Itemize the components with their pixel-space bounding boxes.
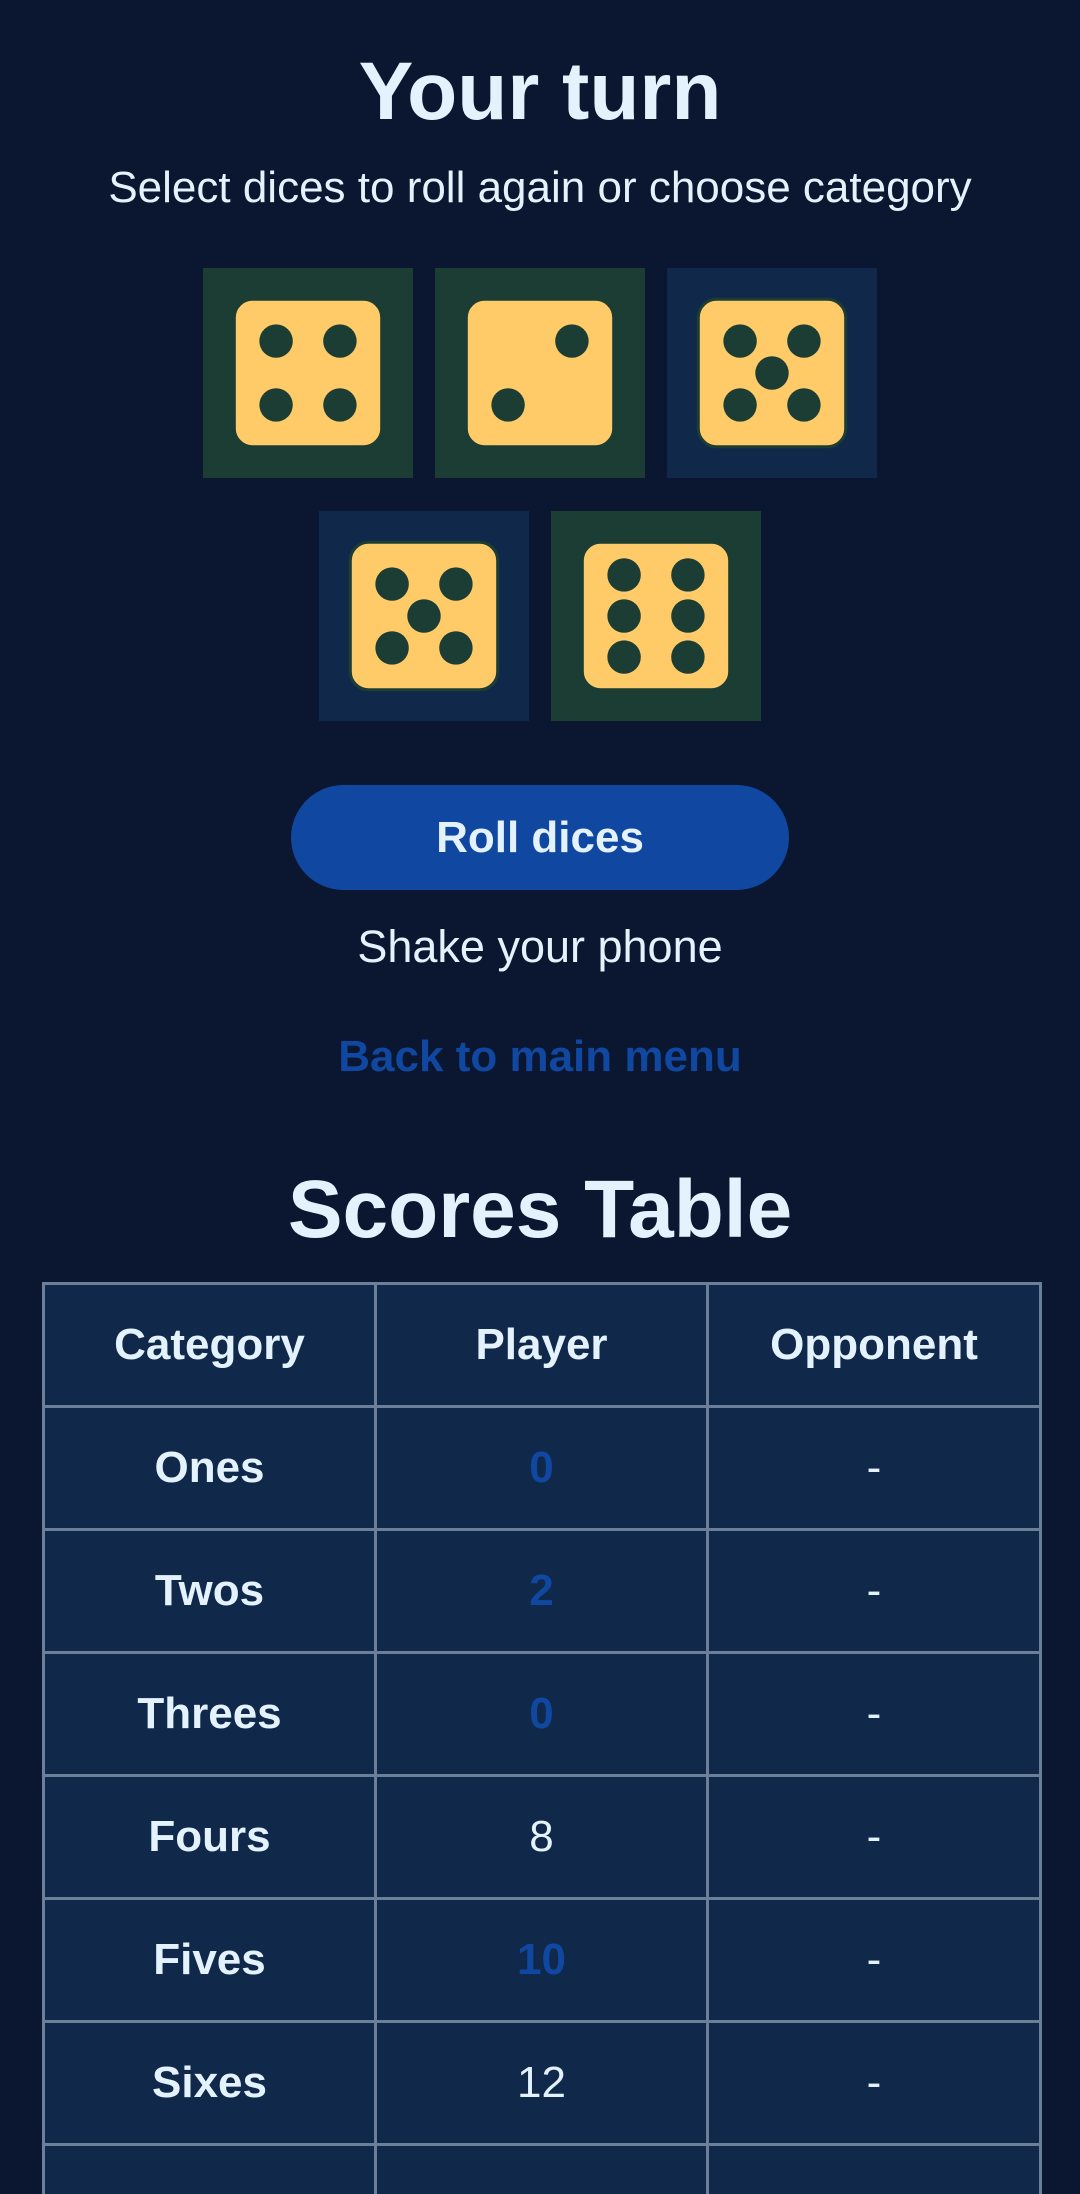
table-row: Fours 8- (42, 1774, 1042, 1900)
die-face-5-icon (696, 297, 848, 449)
category-cell: Twos (42, 1528, 377, 1654)
category-cell: Threes (42, 1651, 377, 1777)
die-1[interactable] (203, 268, 413, 478)
category-cell (42, 2143, 377, 2194)
opponent-score-cell: - (706, 1897, 1042, 2023)
scores-table-body: Ones 0- Twos 2- Threes 0- Fours 8- Fives 10- Sixes… (42, 1405, 1042, 2194)
opponent-score-cell: - (706, 1528, 1042, 1654)
back-to-menu-link-row: Back to main menu (0, 1028, 1080, 1086)
header-opponent: Opponent (706, 1282, 1042, 1408)
opponent-score-cell (706, 2143, 1042, 2194)
table-row (42, 2143, 1042, 2194)
player-score-option[interactable]: 2 (374, 1528, 709, 1654)
die-2[interactable] (435, 268, 645, 478)
die-4[interactable] (319, 511, 529, 721)
table-row: Fives 10- (42, 1897, 1042, 2023)
die-face-5-icon (348, 540, 500, 692)
die-5[interactable] (551, 511, 761, 721)
table-row: Threes 0- (42, 1651, 1042, 1777)
die-face-2-icon (464, 297, 616, 449)
player-score-cell: 12 (374, 2020, 709, 2146)
opponent-score-cell: - (706, 1405, 1042, 1531)
scores-table: Category Player Opponent Ones 0- Twos 2- Thr… (42, 1282, 1042, 2194)
instruction-text: Select dices to roll again or choose cat… (108, 163, 972, 212)
player-score-option[interactable]: 0 (374, 1651, 709, 1777)
die-face-6-icon (580, 540, 732, 692)
player-score-option[interactable]: 0 (374, 1405, 709, 1531)
header-player: Player (374, 1282, 709, 1408)
opponent-score-cell: - (706, 1774, 1042, 1900)
table-row: Ones 0- (42, 1405, 1042, 1531)
die-3[interactable] (667, 268, 877, 478)
page-title: Your turn (358, 46, 722, 137)
table-row: Twos 2- (42, 1528, 1042, 1654)
table-header-row: Category Player Opponent (42, 1282, 1042, 1408)
player-score-cell: 8 (374, 1774, 709, 1900)
back-to-menu-link[interactable]: Back to main menu (338, 1032, 741, 1081)
table-row: Sixes 12- (42, 2020, 1042, 2146)
die-face-4-icon (232, 297, 384, 449)
game-screen: Your turn Select dices to roll again or … (0, 0, 1080, 2194)
category-cell: Fours (42, 1774, 377, 1900)
category-cell: Ones (42, 1405, 377, 1531)
header-category: Category (42, 1282, 377, 1408)
opponent-score-cell: - (706, 2020, 1042, 2146)
shake-hint: Shake your phone (357, 921, 723, 972)
roll-dices-button[interactable]: Roll dices (291, 785, 789, 890)
category-cell: Fives (42, 1897, 377, 2023)
opponent-score-cell: - (706, 1651, 1042, 1777)
player-score-option[interactable]: 10 (374, 1897, 709, 2023)
category-cell: Sixes (42, 2020, 377, 2146)
player-score-cell (374, 2143, 709, 2194)
scores-table-title: Scores Table (287, 1164, 793, 1255)
